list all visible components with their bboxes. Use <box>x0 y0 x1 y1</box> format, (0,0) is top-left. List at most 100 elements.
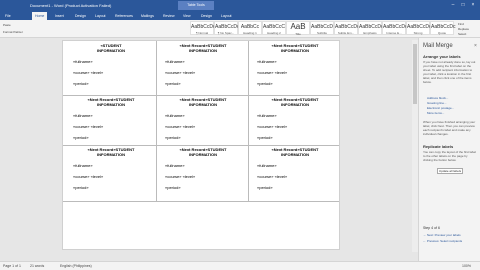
label-cell[interactable]: «Next Record»STUDENT INFORMATION «fullnam… <box>157 97 249 147</box>
section-text: If you have not already done so, lay out… <box>423 60 476 84</box>
select-button[interactable]: Select <box>458 32 466 36</box>
maximize-button[interactable]: □ <box>458 1 468 9</box>
paste-button[interactable]: Paste <box>3 23 11 27</box>
tab-review[interactable]: Review <box>160 12 177 20</box>
table-gridline <box>63 145 339 146</box>
style-intense-emphasis[interactable]: AaBbCcDc Intense E... <box>382 21 407 35</box>
word-count[interactable]: 21 words <box>30 264 44 268</box>
course-level-field: «course» «level» <box>73 174 104 179</box>
style-title[interactable]: AaB Title <box>286 21 310 36</box>
language[interactable]: English (Philippines) <box>60 264 92 268</box>
style-heading2[interactable]: AaBbCcC Heading 2 <box>262 21 286 35</box>
zoom-level[interactable]: 100% <box>462 264 471 268</box>
previous-step-link[interactable]: ← Previous: Select recipients <box>423 239 462 243</box>
greeting-line-link[interactable]: Greeting line... <box>427 101 447 105</box>
table-gridline <box>63 95 339 96</box>
label-cell[interactable]: «Next Record»STUDENT INFORMATION «fullnam… <box>65 97 157 147</box>
style-emphasis[interactable]: AaBbCcDc Emphasis <box>358 21 383 35</box>
label-header: «Next Record»STUDENT INFORMATION <box>271 97 319 107</box>
fullname-field: «fullname» <box>257 163 277 168</box>
period-field: «period» <box>257 81 273 86</box>
label-cell[interactable]: «Next Record»STUDENT INFORMATION «fullnam… <box>249 43 341 93</box>
course-level-field: «course» «level» <box>165 124 196 129</box>
address-block-link[interactable]: Address block... <box>427 96 448 100</box>
label-cell[interactable]: «Next Record»STUDENT INFORMATION «fullnam… <box>249 97 341 147</box>
left-gutter <box>0 38 62 261</box>
label-header: «Next Record»STUDENT INFORMATION <box>87 147 135 157</box>
document-page[interactable]: «STUDENT INFORMATION «fullname» «course» … <box>62 40 340 250</box>
tab-insert[interactable]: Insert <box>52 12 67 20</box>
style-subtle-emphasis[interactable]: AaBbCcDc Subtle Em... <box>334 21 359 35</box>
fullname-field: «fullname» <box>73 59 93 64</box>
scroll-thumb[interactable] <box>413 44 417 104</box>
period-field: «period» <box>165 185 181 190</box>
fullname-field: «fullname» <box>257 113 277 118</box>
period-field: «period» <box>257 185 273 190</box>
tab-design[interactable]: Design <box>72 12 89 20</box>
course-level-field: «course» «level» <box>257 174 288 179</box>
label-cell[interactable]: «Next Record»STUDENT INFORMATION «fullnam… <box>157 43 249 93</box>
label-header: «Next Record»STUDENT INFORMATION <box>179 147 227 157</box>
window-title: Document1 - Word (Product Activation Fai… <box>30 3 112 8</box>
update-all-labels-button[interactable]: Update all labels <box>437 168 463 174</box>
label-header: «Next Record»STUDENT INFORMATION <box>271 147 319 157</box>
label-cell[interactable]: «Next Record»STUDENT INFORMATION «fullnam… <box>249 147 341 197</box>
minimize-button[interactable]: – <box>448 1 458 9</box>
section-heading: Arrange your labels <box>423 54 461 59</box>
tab-references[interactable]: References <box>112 12 136 20</box>
tab-table-design[interactable]: Design <box>198 12 215 20</box>
fullname-field: «fullname» <box>73 113 93 118</box>
format-painter-button[interactable]: Format Painter <box>3 30 23 34</box>
close-button[interactable]: × <box>468 1 478 9</box>
style-strong[interactable]: AaBbCcDc Strong <box>406 21 431 35</box>
label-header: «Next Record»STUDENT INFORMATION <box>179 43 227 53</box>
page-count[interactable]: Page 1 of 1 <box>3 264 21 268</box>
fullname-field: «fullname» <box>165 113 185 118</box>
course-level-field: «course» «level» <box>165 174 196 179</box>
fullname-field: «fullname» <box>257 59 277 64</box>
style-normal[interactable]: AaBbCcDc ¶ Normal <box>190 21 215 35</box>
tab-view[interactable]: View <box>180 12 194 20</box>
next-step-link[interactable]: → Next: Preview your labels <box>423 233 461 237</box>
label-header: «Next Record»STUDENT INFORMATION <box>271 43 319 53</box>
tab-home[interactable]: Home <box>32 12 48 20</box>
style-quote[interactable]: AaBbCcDc Quote <box>430 21 455 35</box>
period-field: «period» <box>73 135 89 140</box>
section-heading: Replicate labels <box>423 144 454 149</box>
more-items-link[interactable]: More items... <box>427 111 444 115</box>
title-bar: Document1 - Word (Product Activation Fai… <box>0 0 480 11</box>
style-heading1[interactable]: AaBbCc Heading 1 <box>238 21 262 35</box>
section-text: You can copy the layout of the first lab… <box>423 150 476 162</box>
ribbon-tabs: File Home Insert Design Layout Reference… <box>0 11 480 20</box>
style-no-spacing[interactable]: AaBbCcDc ¶ No Spac... <box>214 21 239 35</box>
label-header: «Next Record»STUDENT INFORMATION <box>87 97 135 107</box>
replace-button[interactable]: Replace <box>458 27 469 31</box>
status-bar: Page 1 of 1 21 words English (Philippine… <box>0 261 480 270</box>
period-field: «period» <box>73 185 89 190</box>
table-gridline <box>248 41 249 201</box>
find-button[interactable]: Find <box>458 22 464 26</box>
period-field: «period» <box>73 81 89 86</box>
electronic-postage-link[interactable]: Electronic postage... <box>427 106 454 110</box>
style-subtitle[interactable]: AaBbCcD Subtitle <box>310 21 334 35</box>
course-level-field: «course» «level» <box>165 70 196 75</box>
wizard-step: Step 4 of 6 <box>423 226 440 230</box>
pane-close-icon[interactable]: × <box>474 43 477 49</box>
tab-table-layout[interactable]: Layout <box>218 12 235 20</box>
tab-file[interactable]: File <box>2 12 14 20</box>
context-tab-label: Table Tools <box>178 1 214 10</box>
label-cell[interactable]: «Next Record»STUDENT INFORMATION «fullnam… <box>157 147 249 197</box>
course-level-field: «course» «level» <box>257 124 288 129</box>
fullname-field: «fullname» <box>165 163 185 168</box>
ribbon: Paste Format Painter AaBbCcDc ¶ Normal Aa… <box>0 20 480 38</box>
tab-mailings[interactable]: Mailings <box>138 12 157 20</box>
label-cell[interactable]: «STUDENT INFORMATION «fullname» «course» … <box>65 43 157 93</box>
pane-title: Mail Merge <box>423 43 453 49</box>
section-text: When you have finished arranging your la… <box>423 120 476 136</box>
mail-merge-pane: Mail Merge × Arrange your labels If you … <box>418 38 480 261</box>
period-field: «period» <box>165 81 181 86</box>
course-level-field: «course» «level» <box>73 70 104 75</box>
label-cell[interactable]: «Next Record»STUDENT INFORMATION «fullnam… <box>65 147 157 197</box>
fullname-field: «fullname» <box>73 163 93 168</box>
tab-layout[interactable]: Layout <box>92 12 109 20</box>
